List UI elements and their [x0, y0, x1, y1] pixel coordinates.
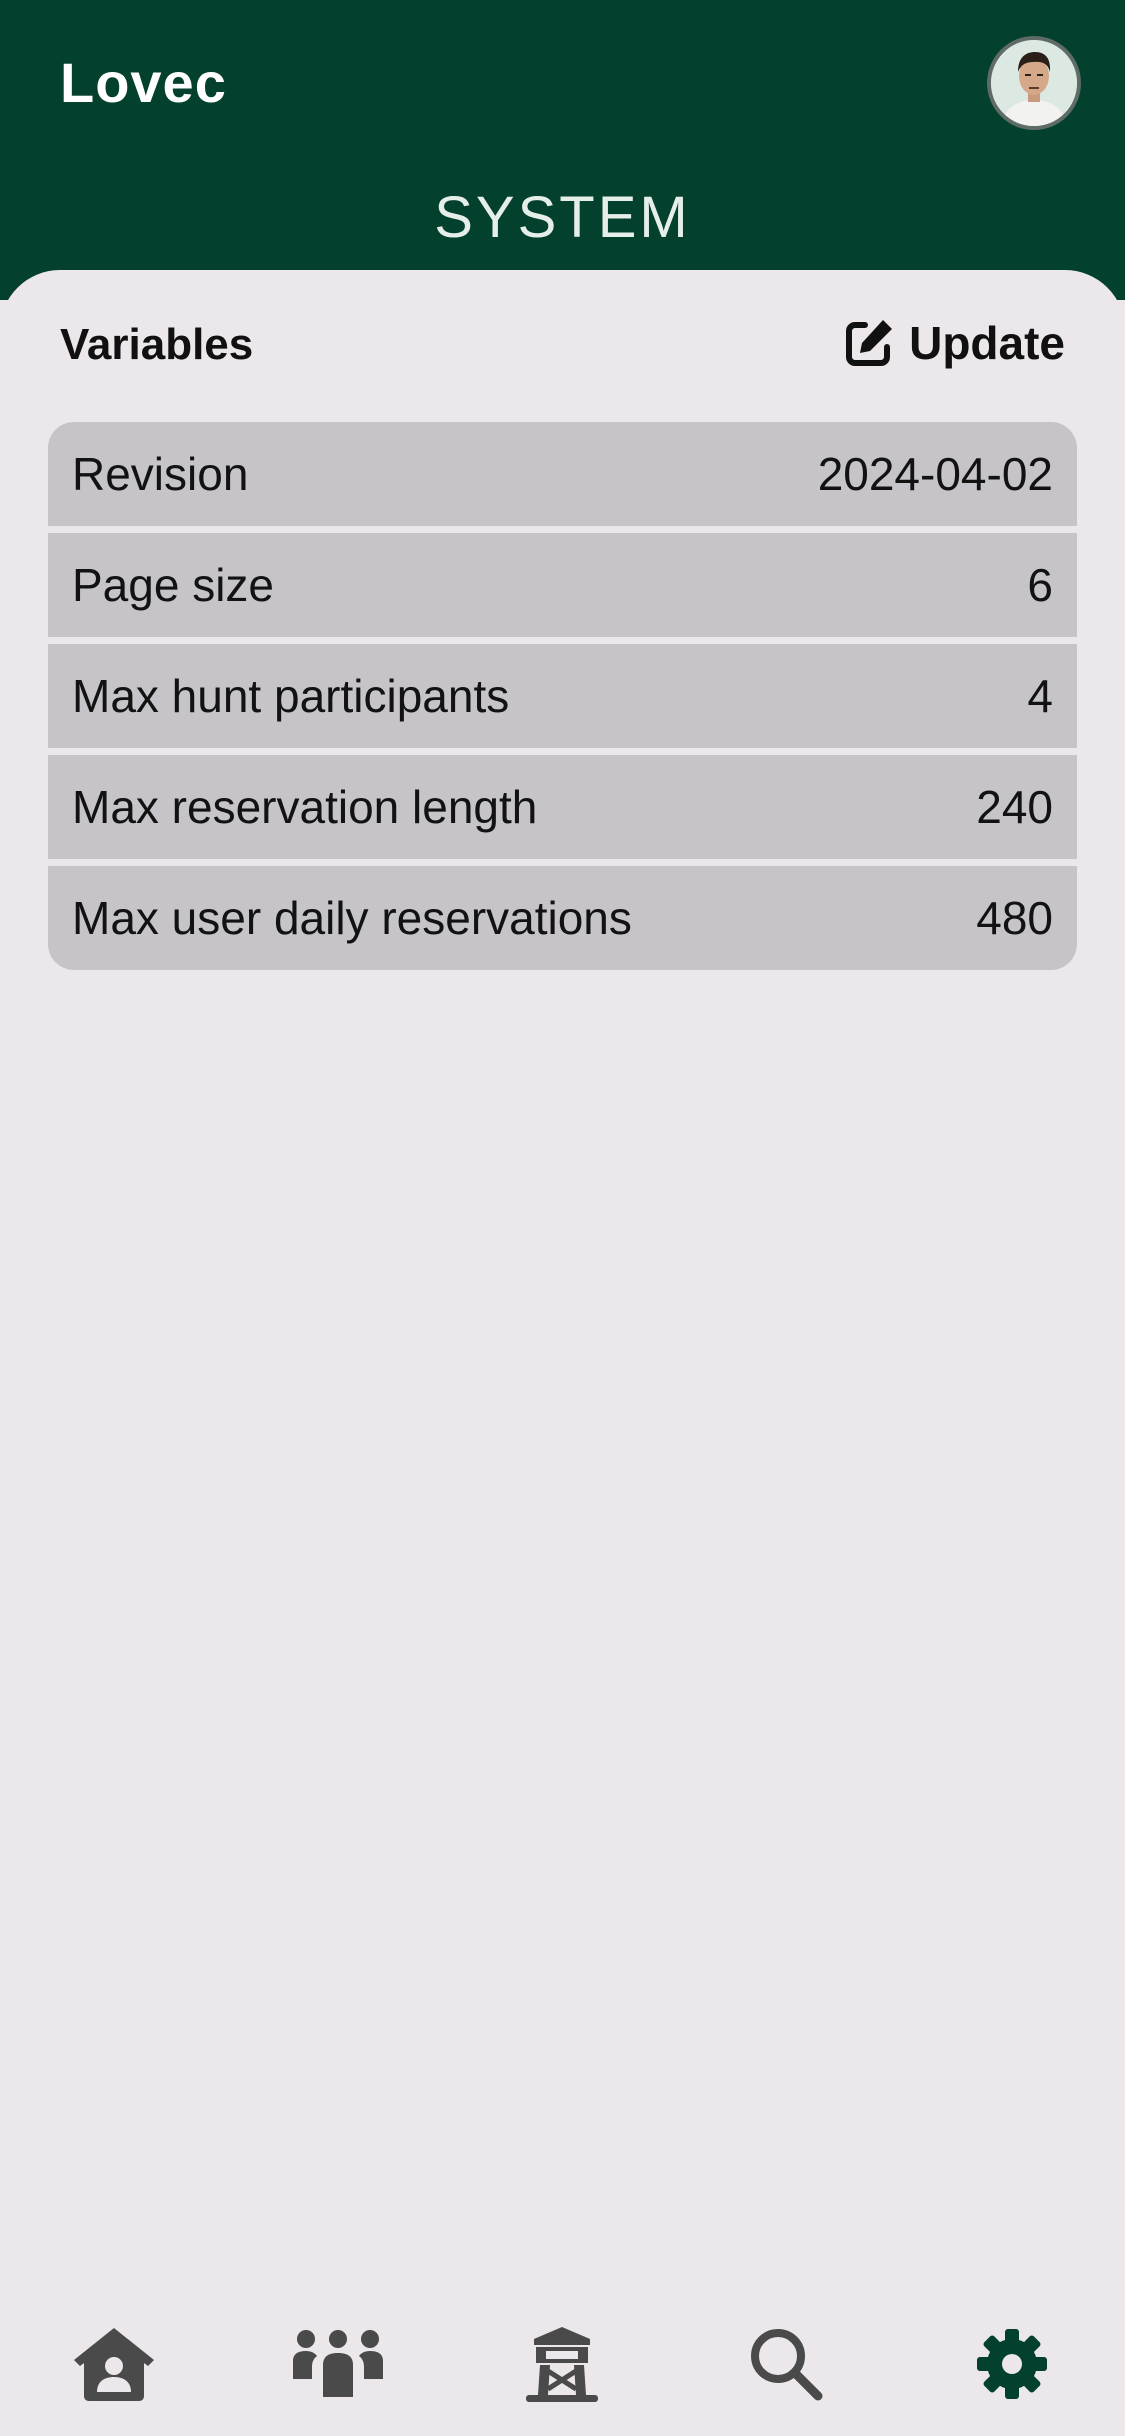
nav-search-button[interactable]: [736, 2314, 836, 2414]
home-user-icon: [74, 2328, 154, 2401]
variable-name: Revision: [72, 448, 249, 500]
edit-icon: [843, 317, 895, 369]
variable-row-max-reservation-length: Max reservation length 240: [48, 755, 1077, 859]
variable-row-max-hunt-participants: Max hunt participants 4: [48, 644, 1077, 748]
variable-value: 2024-04-02: [817, 448, 1053, 500]
app-header: Lovec SYSTEM: [0, 0, 1125, 300]
user-avatar[interactable]: [987, 36, 1081, 130]
variable-name: Max hunt participants: [72, 670, 510, 722]
nav-home-button[interactable]: [64, 2314, 164, 2414]
variable-value: 240: [976, 781, 1053, 833]
variable-value: 480: [976, 892, 1053, 944]
app-title: Lovec: [60, 51, 227, 114]
variables-list: Revision 2024-04-02 Page size 6 Max hunt…: [48, 422, 1077, 970]
search-icon: [751, 2329, 823, 2401]
avatar-portrait-icon: [991, 40, 1077, 126]
nav-settings-button[interactable]: [962, 2314, 1062, 2414]
variable-row-page-size: Page size 6: [48, 533, 1077, 637]
update-button-label: Update: [909, 317, 1065, 369]
variable-row-max-user-daily-reservations: Max user daily reservations 480: [48, 866, 1077, 970]
people-group-icon: [293, 2330, 383, 2397]
variable-row-revision: Revision 2024-04-02: [48, 422, 1077, 526]
variable-value: 4: [1027, 670, 1053, 722]
variable-name: Max reservation length: [72, 781, 538, 833]
page-title: SYSTEM: [434, 185, 691, 250]
nav-members-button[interactable]: [288, 2314, 388, 2414]
main-content: Variables Update Revision 2024-04-02 Pag…: [0, 270, 1125, 2436]
variable-value: 6: [1027, 559, 1053, 611]
hunting-tower-icon: [526, 2327, 598, 2402]
variable-name: Max user daily reservations: [72, 892, 632, 944]
section-title: Variables: [60, 320, 254, 369]
gear-icon: [977, 2329, 1047, 2399]
bottom-navigation: [0, 2300, 1125, 2436]
nav-hunting-tower-button[interactable]: [512, 2314, 612, 2414]
update-button[interactable]: Update: [843, 316, 1065, 370]
variable-name: Page size: [72, 559, 275, 611]
